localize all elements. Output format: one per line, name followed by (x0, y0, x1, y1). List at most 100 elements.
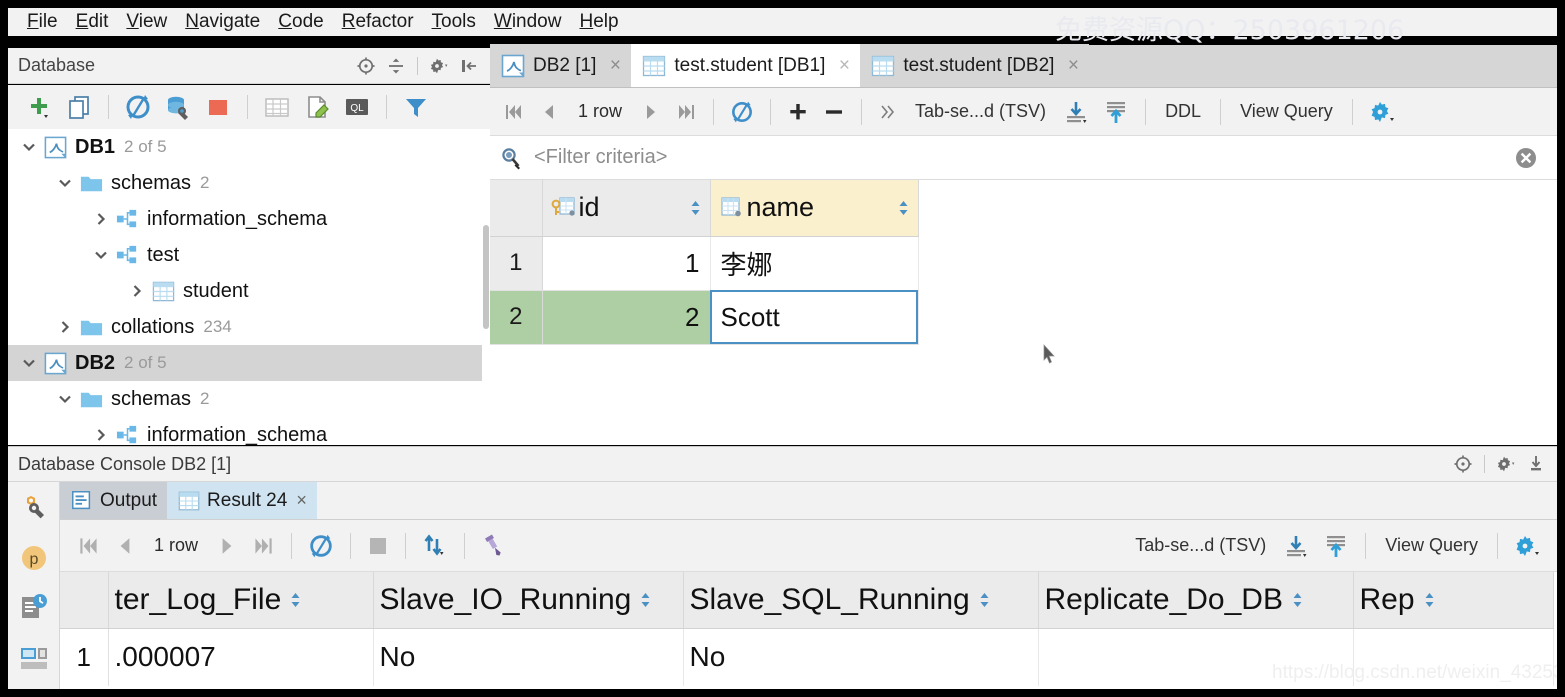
editor-tab-2[interactable]: test.student [DB2] × (860, 44, 1090, 87)
prev-page-icon[interactable] (108, 526, 142, 566)
remove-row-button[interactable] (816, 92, 852, 132)
tree-item-information-schema[interactable]: information_schema (8, 417, 490, 445)
datasource-properties-icon[interactable] (159, 88, 197, 126)
menu-item-window[interactable]: Window (485, 9, 571, 35)
result-column-header[interactable]: Replicate_Do_DB (1038, 572, 1354, 629)
sort-icon[interactable] (978, 591, 991, 609)
console-tab-output[interactable]: Output (60, 482, 168, 519)
export-icon[interactable] (1523, 451, 1549, 477)
menu-item-navigate[interactable]: Navigate (176, 9, 269, 35)
prev-page-icon[interactable] (532, 92, 566, 132)
data-grid[interactable]: id name 1 1 李娜 2 2 Scott (490, 180, 1557, 445)
stop-icon[interactable] (199, 88, 237, 126)
database-tree[interactable]: DB1 2 of 5 schemas 2 information_schema tes… (8, 129, 490, 445)
settings-gear-icon[interactable] (1507, 526, 1547, 566)
modify-icon[interactable] (298, 88, 336, 126)
console-result-grid[interactable]: ter_Log_File Slave_IO_Running Slave_SQL_Ru… (60, 572, 1557, 689)
more-actions-icon[interactable] (871, 92, 905, 132)
chevron-down-icon[interactable] (88, 237, 114, 273)
chevron-right-icon[interactable] (88, 417, 114, 445)
chevron-down-icon[interactable] (52, 165, 78, 201)
cell-id[interactable]: 2 (542, 290, 711, 345)
result-cell[interactable]: .000007 (108, 628, 374, 686)
table-row[interactable]: 2 2 Scott (490, 290, 919, 345)
menu-item-file[interactable]: File (18, 9, 67, 35)
locate-icon[interactable] (1450, 451, 1476, 477)
menu-item-refactor[interactable]: Refactor (333, 9, 423, 35)
result-cell[interactable] (1353, 628, 1554, 686)
result-cell[interactable]: No (373, 628, 684, 686)
close-icon[interactable]: × (296, 490, 307, 511)
cell-id[interactable]: 1 (542, 236, 711, 291)
close-icon[interactable]: × (1065, 55, 1081, 77)
table-icon[interactable] (258, 88, 296, 126)
tree-item-schemas[interactable]: schemas 2 (8, 381, 490, 417)
table-row[interactable]: 1 1 李娜 (490, 236, 919, 291)
next-page-icon[interactable] (634, 92, 668, 132)
editor-tab-0[interactable]: DB2 [1] × (490, 44, 632, 87)
transpose-icon[interactable] (415, 526, 455, 566)
refresh-icon[interactable] (119, 88, 157, 126)
add-icon[interactable] (20, 88, 58, 126)
menu-item-tools[interactable]: Tools (423, 9, 485, 35)
menu-item-code[interactable]: Code (269, 9, 332, 35)
tree-item-db2[interactable]: DB2 2 of 5 (8, 345, 490, 381)
chevron-down-icon[interactable] (16, 129, 42, 165)
duplicate-icon[interactable] (60, 88, 98, 126)
reload-icon[interactable] (301, 526, 341, 566)
stop-icon[interactable] (360, 526, 396, 566)
chevron-right-icon[interactable] (88, 201, 114, 237)
hide-panel-icon[interactable] (456, 53, 482, 79)
first-page-icon[interactable] (496, 92, 532, 132)
chevron-down-icon[interactable] (16, 345, 42, 381)
tree-item-db1[interactable]: DB1 2 of 5 (8, 129, 490, 165)
result-column-header[interactable]: Rep (1353, 572, 1554, 629)
result-column-header[interactable]: Slave_SQL_Running (683, 572, 1039, 629)
output-format-label[interactable]: Tab-se...d (TSV) (1125, 535, 1276, 556)
ddl-button[interactable]: DDL (1155, 101, 1211, 122)
services-wrench-icon[interactable] (16, 490, 52, 526)
editor-tab-1[interactable]: test.student [DB1] × (631, 44, 861, 87)
sort-icon[interactable] (1291, 591, 1304, 609)
cell-name[interactable]: Scott (710, 290, 919, 345)
table-row[interactable]: 1.000007 No No (60, 628, 1554, 686)
result-cell[interactable]: No (683, 628, 1039, 686)
chevron-down-icon[interactable] (52, 381, 78, 417)
export-data-icon[interactable] (1056, 92, 1096, 132)
filter-icon[interactable] (397, 88, 435, 126)
chevron-right-icon[interactable] (124, 273, 150, 309)
tree-item-student[interactable]: student (8, 273, 490, 309)
tree-item-test[interactable]: test (8, 237, 490, 273)
tree-item-schemas[interactable]: schemas 2 (8, 165, 490, 201)
reload-icon[interactable] (723, 92, 761, 132)
export-data-icon[interactable] (1276, 526, 1316, 566)
menu-item-help[interactable]: Help (570, 9, 627, 35)
result-column-header[interactable]: ter_Log_File (108, 572, 374, 629)
settings-gear-icon[interactable] (426, 53, 452, 79)
import-data-icon[interactable] (1316, 526, 1356, 566)
cell-name[interactable]: 李娜 (710, 236, 919, 291)
close-icon[interactable]: × (836, 55, 852, 77)
close-icon[interactable]: × (607, 55, 623, 77)
row-number[interactable]: 2 (490, 290, 543, 345)
view-query-button[interactable]: View Query (1230, 101, 1343, 122)
sort-icon[interactable] (677, 199, 702, 217)
tree-scrollbar[interactable] (482, 129, 490, 445)
menu-item-edit[interactable]: Edit (67, 9, 118, 35)
filter-input[interactable]: <Filter criteria> (534, 146, 1513, 169)
clear-circle-icon[interactable] (1513, 145, 1549, 171)
history-clock-icon[interactable] (16, 590, 52, 626)
filter-search-icon[interactable] (498, 145, 524, 171)
console-tab-result-24[interactable]: Result 24 × (167, 482, 317, 519)
settings-gear-icon[interactable] (1362, 92, 1402, 132)
next-page-icon[interactable] (210, 526, 244, 566)
collapse-all-icon[interactable] (383, 53, 409, 79)
last-page-icon[interactable] (244, 526, 282, 566)
row-number[interactable]: 1 (60, 628, 109, 686)
row-number[interactable]: 1 (490, 236, 543, 291)
add-row-button[interactable] (780, 92, 816, 132)
settings-gear-icon[interactable] (1493, 451, 1519, 477)
query-console-icon[interactable]: QL (338, 88, 376, 126)
chevron-right-icon[interactable] (52, 309, 78, 345)
layout-icon[interactable] (16, 640, 52, 676)
